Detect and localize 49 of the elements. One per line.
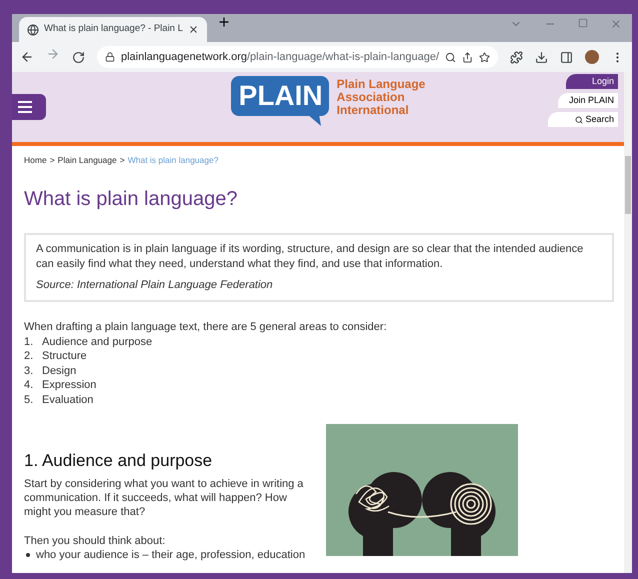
new-tab-icon[interactable]: [216, 15, 231, 29]
intro-text: When drafting a plain language text, there are 5 general areas to consider:: [24, 320, 388, 335]
tab-title: What is plain language? - Plain L: [44, 22, 183, 36]
side-panel-icon[interactable]: [560, 50, 574, 64]
menu-button[interactable]: [12, 94, 46, 120]
reload-icon[interactable]: [72, 50, 85, 64]
list-number: 2.: [24, 349, 34, 364]
search-icon: [575, 116, 584, 124]
share-icon[interactable]: [462, 52, 474, 62]
page-title: What is plain language?: [24, 186, 238, 212]
scrollbar[interactable]: [624, 72, 632, 573]
breadcrumb-separator: >: [120, 154, 125, 167]
star-icon[interactable]: [479, 52, 490, 62]
join-button[interactable]: Join PLAIN: [558, 93, 618, 108]
url-text: plainlanguagenetwork.org/plain-language/what-is-plain-language/: [121, 50, 440, 65]
lock-icon: [105, 52, 115, 62]
download-icon[interactable]: [535, 50, 548, 64]
org-name-line: Association: [336, 91, 405, 104]
source-text: Source: International Plain Language Federation: [36, 278, 274, 293]
puzzle-icon[interactable]: [510, 50, 524, 64]
list-item: Design: [42, 364, 76, 378]
list-number: 4.: [24, 378, 34, 393]
bullet-icon: [26, 552, 30, 556]
list-item: Expression: [42, 378, 96, 393]
breadcrumb-separator: >: [50, 154, 55, 167]
back-icon[interactable]: [20, 50, 34, 64]
list-number: 5.: [24, 392, 34, 408]
list-number: 3.: [24, 364, 34, 378]
list-item: Audience and purpose: [42, 334, 152, 350]
breadcrumb-link[interactable]: Home: [24, 154, 47, 167]
search-button[interactable]: Search: [548, 112, 618, 127]
profile-avatar[interactable]: [585, 50, 600, 64]
list-item: Structure: [42, 349, 87, 364]
org-name-line: International: [336, 104, 410, 117]
close-icon[interactable]: [188, 24, 199, 35]
browser-tab[interactable]: What is plain language? - Plain L: [19, 17, 207, 42]
search-icon[interactable]: [445, 52, 456, 62]
lead-text: Then you should think about:: [24, 534, 166, 548]
bullet-text: who your audience is – their age, profession, education: [36, 548, 306, 562]
section-heading: 1. Audience and purpose: [24, 450, 214, 472]
list-number: 1.: [24, 334, 34, 350]
definition-text: A communication is in plain language if its wording, structure, and design are so clear that the intended audience can easily find what they need, understand what they find, and use that information.: [36, 242, 584, 272]
login-button[interactable]: Login: [566, 74, 618, 89]
list-item: Evaluation: [42, 392, 94, 408]
org-name-line: Plain Language: [336, 78, 426, 91]
section-paragraph: Start by considering what you want to achieve in writing a communication. If it succeeds, what will happen? How might you measure that?: [24, 476, 304, 518]
globe-icon: [27, 24, 39, 36]
address-bar[interactable]: plainlanguagenetwork.org/plain-language/what-is-plain-language/: [97, 46, 498, 68]
breadcrumb-link[interactable]: Plain Language: [58, 154, 117, 167]
